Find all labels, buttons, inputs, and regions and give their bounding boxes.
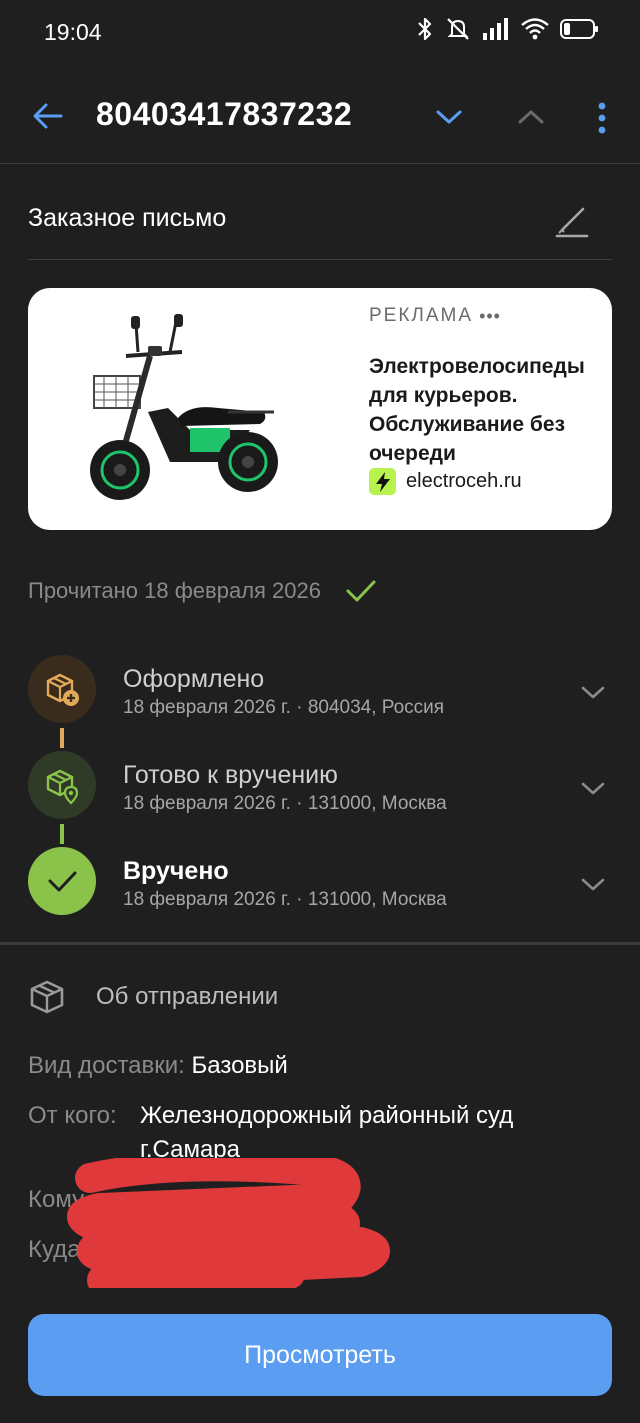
chevron-down-icon [436, 110, 462, 124]
view-button[interactable]: Просмотреть [28, 1314, 612, 1396]
status-icons [416, 16, 600, 42]
check-icon [346, 580, 376, 602]
previous-item-button[interactable] [514, 100, 548, 134]
ad-menu-icon[interactable]: ••• [479, 306, 501, 327]
chevron-down-icon [581, 686, 605, 699]
ad-title: Электровелосипеды для курьеров. Обслужив… [369, 355, 585, 465]
chevron-up-icon [518, 110, 544, 124]
package-plus-icon [28, 655, 96, 723]
bluetooth-icon [418, 17, 432, 41]
package-location-icon [28, 751, 96, 819]
timeline-connector [60, 824, 64, 844]
section-divider [0, 942, 640, 945]
lightning-icon [369, 468, 396, 495]
back-button[interactable] [28, 96, 68, 136]
timeline-item[interactable]: Готово к вручению 18 февраля 2026 г. · 1… [28, 751, 612, 821]
next-item-button[interactable] [432, 100, 466, 134]
back-arrow-icon [33, 103, 63, 129]
mute-icon [447, 18, 469, 40]
chevron-down-icon [581, 878, 605, 891]
ad-domain-row: electroceh.ru [369, 468, 522, 495]
ad-banner[interactable]: РЕКЛАМА ••• Электровелосипеды для курьер… [28, 288, 612, 530]
letter-type-title: Заказное письмо [28, 204, 227, 232]
sender-value: Железнодорожный районный суд г.Самара [140, 1102, 514, 1163]
battery-icon [560, 19, 598, 39]
ad-label: РЕКЛАМА ••• [369, 305, 501, 327]
sender-label: От кого: [28, 1102, 117, 1129]
edit-button[interactable] [554, 203, 590, 239]
timeline-subtitle: 18 февраля 2026 г. · 131000, Москва [123, 793, 447, 814]
timeline-subtitle: 18 февраля 2026 г. · 804034, Россия [123, 697, 445, 718]
pencil-icon [555, 207, 589, 238]
read-status: Прочитано 18 февраля 2026 [28, 577, 377, 605]
signal-icon [483, 18, 508, 40]
more-vertical-icon [598, 102, 606, 134]
timeline-item[interactable]: Вручено 18 февраля 2026 г. · 131000, Мос… [28, 847, 612, 917]
delivery-type-label: Вид доставки: [28, 1052, 185, 1079]
redaction-mark [67, 1158, 390, 1288]
more-options-button[interactable] [588, 98, 616, 138]
delivery-type-row: Вид доставки: Базовый [28, 1049, 288, 1083]
status-bar: 19:04 [0, 0, 640, 64]
timeline-subtitle: 18 февраля 2026 г. · 131000, Москва [123, 889, 447, 910]
chevron-down-icon [581, 782, 605, 795]
check-icon [28, 847, 96, 915]
about-title: Об отправлении [96, 983, 279, 1010]
tracking-number: 80403417837232 [96, 96, 353, 132]
read-status-text: Прочитано 18 февраля 2026 [28, 578, 321, 603]
wifi-icon [521, 18, 549, 40]
package-icon [30, 980, 64, 1014]
divider [28, 259, 612, 260]
about-shipment-header: Об отправлении [28, 978, 278, 1016]
status-time: 19:04 [44, 19, 102, 45]
timeline-title: Вручено [123, 857, 229, 885]
top-app-bar: 80403417837232 [0, 64, 640, 164]
timeline-connector [60, 728, 64, 748]
ad-scooter-image [90, 314, 278, 500]
ad-domain: electroceh.ru [406, 470, 522, 492]
delivery-type-value: Базовый [191, 1052, 288, 1079]
ad-label-text: РЕКЛАМА [369, 305, 474, 326]
timeline-title: Оформлено [123, 665, 265, 693]
timeline-item[interactable]: Оформлено 18 февраля 2026 г. · 804034, Р… [28, 655, 612, 725]
timeline-title: Готово к вручению [123, 761, 338, 789]
